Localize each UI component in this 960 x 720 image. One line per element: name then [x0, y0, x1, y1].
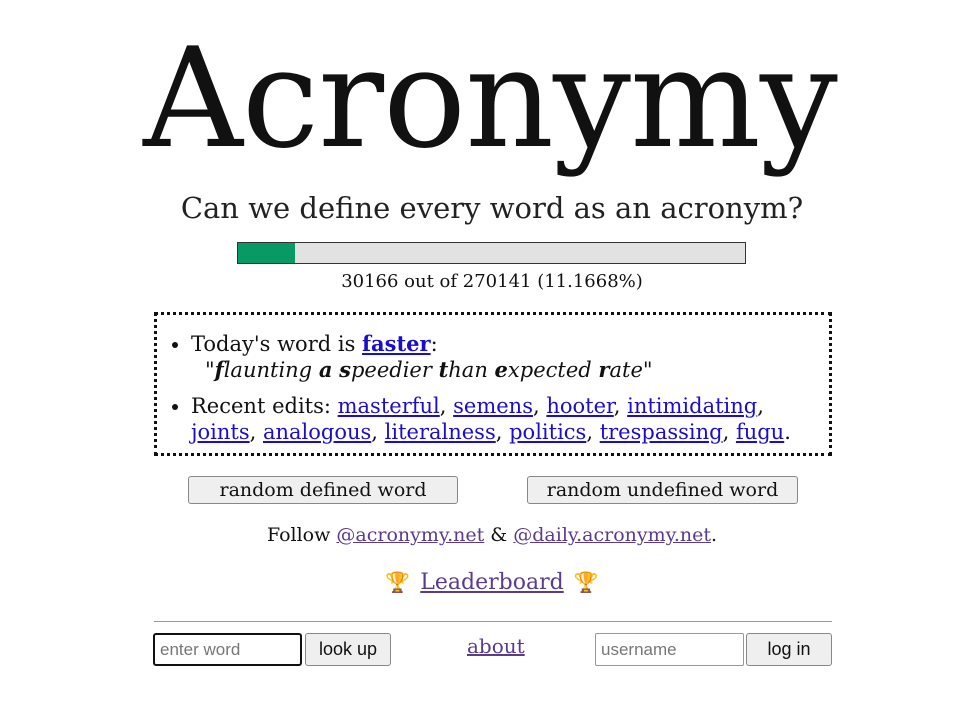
- follow-link-acronymy[interactable]: @acronymy.net: [336, 524, 484, 546]
- word-search-input[interactable]: [153, 633, 302, 666]
- recent-edit-link[interactable]: intimidating: [627, 394, 757, 418]
- follow-suffix: .: [711, 524, 718, 546]
- recent-edits-item: Recent edits: masterful, semens, hooter,…: [191, 393, 829, 445]
- recent-edit-link[interactable]: trespassing: [600, 420, 723, 444]
- todays-word-definition: "flaunting a speedier than expected rate…: [205, 357, 653, 382]
- progress-bar-fill: [238, 243, 295, 263]
- progress-count: 30166 out of 270141 (11.1668%): [341, 271, 643, 292]
- definition-rest: ate: [609, 358, 643, 382]
- follow-prefix: Follow: [266, 524, 337, 546]
- site-logo: Acronymy: [143, 18, 838, 179]
- recent-edit-link[interactable]: joints: [191, 420, 250, 444]
- definition-rest: xpected: [507, 358, 592, 382]
- recent-edit-link[interactable]: semens: [453, 394, 533, 418]
- info-box: Today's word is faster: "flaunting a spe…: [154, 312, 832, 456]
- progress-bar: [237, 242, 746, 264]
- leaderboard-row: 🏆 Leaderboard 🏆: [0, 566, 960, 599]
- follow-link-daily[interactable]: @daily.acronymy.net: [513, 524, 711, 546]
- recent-edit-link[interactable]: masterful: [338, 394, 440, 418]
- todays-word-prefix: Today's word is: [191, 332, 363, 356]
- info-list: Today's word is faster: "flaunting a spe…: [157, 331, 829, 445]
- definition-initial: e: [494, 357, 508, 382]
- tagline: Can we define every word as an acronym?: [180, 191, 804, 225]
- log-in-button[interactable]: log in: [746, 633, 832, 666]
- definition-rest: han: [448, 358, 488, 382]
- recent-edit-link[interactable]: hooter: [546, 394, 613, 418]
- definition-initial: a: [318, 357, 333, 382]
- random-defined-word-button[interactable]: random defined word: [188, 476, 458, 504]
- trophy-icon: 🏆: [385, 570, 411, 594]
- recent-edit-link[interactable]: politics: [509, 420, 586, 444]
- definition-initial: r: [598, 357, 610, 382]
- definition-initial: s: [339, 357, 351, 382]
- random-undefined-word-button[interactable]: random undefined word: [527, 476, 798, 504]
- follow-amp: &: [484, 524, 514, 546]
- definition-rest: launting: [223, 358, 313, 382]
- trophy-icon: 🏆: [573, 570, 599, 594]
- follow-line: Follow @acronymy.net & @daily.acronymy.n…: [0, 520, 960, 550]
- todays-word-item: Today's word is faster: "flaunting a spe…: [191, 331, 829, 383]
- definition-initial: t: [438, 357, 449, 382]
- definition-initial: f: [214, 357, 224, 382]
- todays-word-link[interactable]: faster: [362, 331, 431, 356]
- footer-divider: [154, 621, 832, 622]
- recent-edit-link[interactable]: fugu: [736, 420, 784, 444]
- leaderboard-link[interactable]: Leaderboard: [420, 570, 563, 595]
- definition-rest: peedier: [350, 358, 432, 382]
- look-up-button[interactable]: look up: [305, 633, 391, 666]
- recent-edits-prefix: Recent edits:: [191, 394, 338, 418]
- username-input[interactable]: [595, 633, 744, 666]
- todays-word-suffix: :: [430, 332, 438, 356]
- recent-edit-link[interactable]: analogous: [263, 420, 371, 444]
- about-link[interactable]: about: [467, 632, 525, 660]
- recent-edit-link[interactable]: literalness: [385, 420, 496, 444]
- page: Acronymy Can we define every word as an …: [0, 0, 960, 720]
